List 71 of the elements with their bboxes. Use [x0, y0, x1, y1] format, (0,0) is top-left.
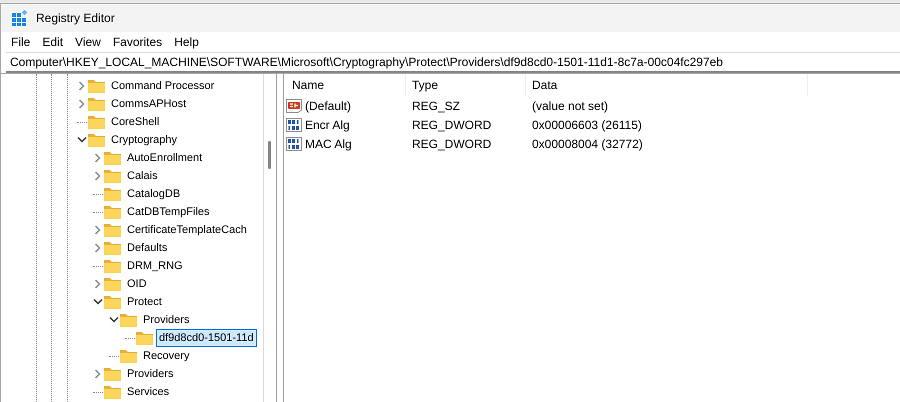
- chevron-right-icon[interactable]: [93, 369, 103, 379]
- value-name: Encr Alg: [305, 118, 350, 132]
- folder-icon: [120, 313, 137, 327]
- menu-item[interactable]: File: [5, 35, 36, 49]
- folder-icon: [104, 367, 121, 381]
- chevron-right-icon[interactable]: [93, 279, 103, 289]
- menu-item[interactable]: View: [69, 35, 107, 49]
- tree-item[interactable]: AutoEnrollment: [124, 149, 206, 167]
- tree-item[interactable]: Recovery: [140, 347, 192, 365]
- registry-editor-icon: [12, 10, 28, 26]
- value-data: 0x00006603 (26115): [531, 118, 643, 132]
- value-data: (value not set): [531, 98, 610, 112]
- tree-item[interactable]: Services: [124, 383, 172, 401]
- folder-icon: [104, 385, 121, 399]
- tree-item[interactable]: CommsAPHost: [108, 95, 190, 113]
- value-type: REG_DWORD: [411, 136, 492, 150]
- folder-icon: [88, 133, 105, 147]
- folder-icon: [88, 97, 105, 111]
- column-header[interactable]: Data: [526, 74, 808, 96]
- menu-item[interactable]: Favorites: [106, 35, 168, 49]
- tree-item[interactable]: CatalogDB: [124, 185, 184, 203]
- folder-icon: [120, 349, 137, 363]
- folder-icon: [136, 331, 153, 345]
- chevron-right-icon[interactable]: [93, 243, 103, 253]
- folder-icon: [104, 259, 121, 273]
- folder-icon: [104, 205, 121, 219]
- tree-item[interactable]: Providers: [124, 365, 176, 383]
- tree-item[interactable]: CatDBTempFiles: [124, 203, 213, 221]
- value-data: 0x00008004 (32772): [531, 136, 644, 150]
- value-name: MAC Alg: [305, 136, 352, 150]
- folder-icon: [104, 295, 121, 309]
- binary-value-icon: [286, 136, 302, 150]
- folder-icon: [104, 223, 121, 237]
- chevron-down-icon[interactable]: [77, 135, 87, 145]
- menu-item[interactable]: Help: [168, 35, 205, 49]
- folder-icon: [104, 241, 121, 255]
- tree-item[interactable]: Cryptography: [108, 131, 180, 149]
- chevron-right-icon[interactable]: [77, 99, 87, 109]
- value-type: REG_DWORD: [411, 118, 492, 132]
- folder-icon: [88, 79, 105, 93]
- tree-item[interactable]: DRM_RNG: [124, 257, 186, 275]
- column-header[interactable]: Name: [286, 74, 406, 96]
- column-header[interactable]: Type: [406, 74, 526, 96]
- string-value-icon: [286, 98, 302, 112]
- menu-item[interactable]: Edit: [36, 35, 70, 49]
- tree-item[interactable]: Protect: [124, 293, 165, 311]
- folder-icon: [88, 115, 105, 129]
- binary-value-icon: [286, 118, 302, 132]
- address-bar[interactable]: Computer\HKEY_LOCAL_MACHINE\SOFTWARE\Microsoft\Cryptography\Protect\Providers\df9d8cd0-1501-11d1-8c7a-00c04fc297eb: [6, 52, 900, 73]
- tree-item[interactable]: Command Processor: [108, 77, 218, 95]
- tree-item[interactable]: CertificateTemplateCach: [124, 221, 250, 239]
- folder-icon: [104, 187, 121, 201]
- tree-item[interactable]: CoreShell: [108, 113, 162, 131]
- value-name: (Default): [305, 98, 352, 112]
- chevron-down-icon[interactable]: [93, 297, 103, 307]
- folder-icon: [104, 169, 121, 183]
- window-title: Registry Editor: [36, 11, 115, 25]
- chevron-right-icon[interactable]: [93, 153, 103, 163]
- value-type: REG_SZ: [411, 98, 462, 112]
- scrollbar-thumb[interactable]: [268, 141, 271, 169]
- folder-icon: [104, 277, 121, 291]
- tree-item[interactable]: df9d8cd0-1501-11d: [156, 329, 257, 347]
- chevron-right-icon[interactable]: [93, 225, 103, 235]
- tree-item[interactable]: Defaults: [124, 239, 170, 257]
- chevron-right-icon[interactable]: [93, 171, 103, 181]
- tree-item[interactable]: Providers: [140, 311, 192, 329]
- chevron-right-icon[interactable]: [77, 81, 87, 91]
- tree-item[interactable]: Calais: [124, 167, 161, 185]
- chevron-down-icon[interactable]: [109, 315, 119, 325]
- folder-icon: [104, 151, 121, 165]
- tree-item[interactable]: OID: [124, 275, 150, 293]
